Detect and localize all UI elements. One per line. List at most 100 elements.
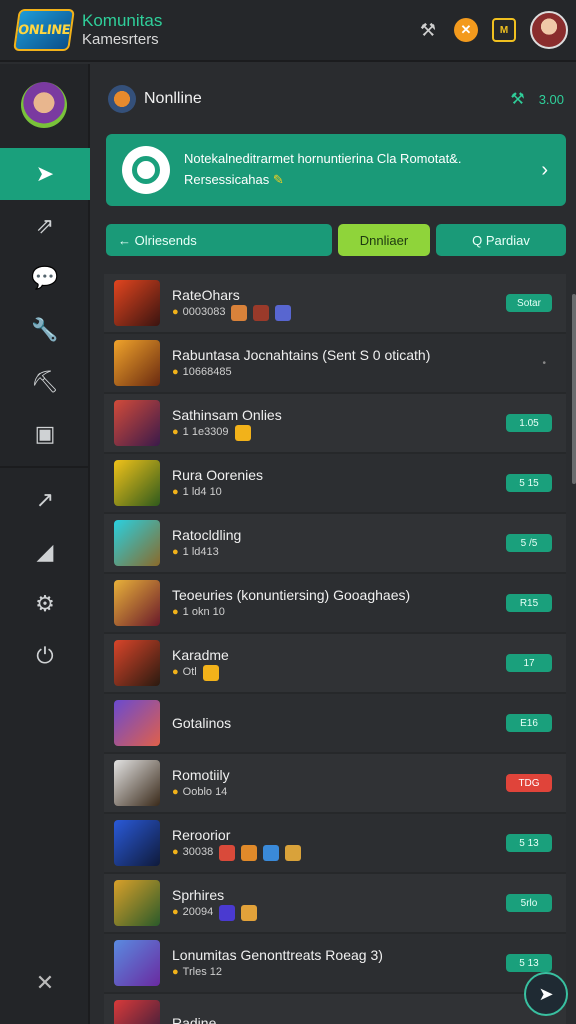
send-fab-button[interactable]: ➤ <box>524 972 568 1016</box>
status-badge[interactable]: Sotar <box>506 294 552 312</box>
app-logo[interactable]: ONLINE <box>13 9 75 51</box>
online-button[interactable]: Dnnliaer <box>338 224 430 256</box>
game-thumbnail <box>114 460 160 506</box>
list-item-subtitle-text: 0003083 <box>182 306 226 319</box>
list-item-text: RateOhars ● 0003083 <box>172 285 292 322</box>
list-item-text: Karadme ● Otl <box>172 645 229 682</box>
list-item[interactable]: Sprhires ● 20094 5rlo <box>104 874 566 934</box>
list-item[interactable]: Rura Oorenies ● 1 ld4 10 5 15 <box>104 454 566 514</box>
content-header: Nonlline ⚒ 3.00 <box>108 82 564 116</box>
status-badge[interactable]: 5 /5 <box>506 534 552 552</box>
header-right: ⚒ 3.00 <box>510 89 564 109</box>
game-thumbnail <box>114 700 160 746</box>
list-item-subtitle: ● 1 1e3309 <box>172 425 282 442</box>
coin-icon: ● <box>172 666 179 679</box>
controller-icon[interactable]: ▣ <box>0 408 90 460</box>
list-item-text: Teoeuries (konuntiersing) Gooaghaes) ● 1 o… <box>172 585 410 621</box>
brand-subtitle: Kamesrters <box>82 31 159 49</box>
user-avatar[interactable] <box>530 11 568 49</box>
mini-game-icon <box>234 425 251 442</box>
coin-icon: ● <box>172 366 179 379</box>
list-item-title: Gotalinos <box>172 714 232 731</box>
status-badge[interactable]: 5 13 <box>506 834 552 852</box>
list-item-subtitle-text: Otl <box>182 666 197 679</box>
coin-icon: ● <box>172 426 179 439</box>
game-thumbnail <box>114 580 160 626</box>
sidebar-avatar[interactable] <box>21 82 67 128</box>
list-item-text: Rabuntasa Jocnahtains (Sent S 0 oticath)… <box>172 345 430 381</box>
list-item-text: Sathinsam Onlies ● 1 1e3309 <box>172 405 282 442</box>
list-item[interactable]: RateOhars ● 0003083 Sotar <box>104 274 566 334</box>
status-badge[interactable]: R15 <box>506 594 552 612</box>
list-item[interactable]: Karadme ● Otl 17 <box>104 634 566 694</box>
list-item-subtitle: ● 0003083 <box>172 305 292 322</box>
mini-game-icon <box>219 905 236 922</box>
list-item-subtitle-text: 10668485 <box>182 366 232 379</box>
chat-bubble-icon[interactable]: 💬 <box>0 252 90 304</box>
coin-icon[interactable]: ✕ <box>454 18 478 42</box>
gear-icon[interactable]: ⚙ <box>0 578 90 630</box>
wrench-icon[interactable]: ⚒ <box>510 89 524 109</box>
status-badge[interactable]: E16 <box>506 714 552 732</box>
status-badge[interactable]: 17 <box>506 654 552 672</box>
badge-icon[interactable]: M <box>492 18 516 42</box>
list-item-title: Radine <box>172 1014 217 1024</box>
status-badge[interactable]: 5rlo <box>506 894 552 912</box>
list-item-text: Sprhires ● 20094 <box>172 885 258 922</box>
list-item-subtitle: ● 1 okn 10 <box>172 605 410 621</box>
power-icon[interactable]: ⏻ <box>0 630 90 682</box>
list-item-title: Sathinsam Onlies <box>172 406 282 423</box>
list-item-subtitle-text: 20094 <box>182 906 214 919</box>
search-button[interactable]: Q Pardiav <box>436 224 566 256</box>
scrollbar[interactable] <box>572 294 576 484</box>
mini-game-icon <box>202 665 219 682</box>
list-item[interactable]: Rabuntasa Jocnahtains (Sent S 0 oticath)… <box>104 334 566 394</box>
list-item-subtitle: ● Trles 12 <box>172 965 383 981</box>
list-item-subtitle-text: Trles 12 <box>182 966 222 979</box>
list-item-subtitle-text: 1 ld4 10 <box>182 486 222 499</box>
game-list: RateOhars ● 0003083 Sotar Rabuntasa Jocnahta… <box>104 274 566 1024</box>
mini-game-icon <box>231 305 248 322</box>
back-button[interactable]: ← Olriesends <box>106 224 332 256</box>
list-item[interactable]: Reroorior ● 30038 5 13 <box>104 814 566 874</box>
list-item[interactable]: Radine <box>104 994 566 1024</box>
list-item[interactable]: Lonumitas Genonttreats Roeag 3) ● Trles 12… <box>104 934 566 994</box>
mini-game-icon <box>275 305 292 322</box>
status-badge[interactable]: 5 15 <box>506 474 552 492</box>
main-content: Nonlline ⚒ 3.00 Notekalneditrarmet hornu… <box>90 64 576 1024</box>
list-item-subtitle-text: Ooblo 14 <box>182 786 228 799</box>
coin-icon: ● <box>172 846 179 859</box>
trend-icon[interactable]: ↗ <box>0 474 90 526</box>
chevron-right-icon[interactable]: › <box>541 159 548 182</box>
list-item-text: Ratocldling ● 1 ld413 <box>172 525 241 561</box>
list-item[interactable]: Romotiily ● Ooblo 14 TDG <box>104 754 566 814</box>
list-item[interactable]: Sathinsam Onlies ● 1 1e3309 1.05 <box>104 394 566 454</box>
list-item-text: Gotalinos <box>172 713 231 733</box>
list-item-title: Teoeuries (konuntiersing) Gooaghaes) <box>172 586 411 603</box>
status-badge[interactable]: 1.05 <box>506 414 552 432</box>
brand: Komunitas Kamesrters <box>82 11 162 49</box>
announcement-banner[interactable]: Notekalneditrarmet hornuntierina Cla Rom… <box>106 134 566 206</box>
pickaxe-icon[interactable]: ⛏ <box>0 356 90 408</box>
list-item[interactable]: Ratocldling ● 1 ld413 5 /5 <box>104 514 566 574</box>
game-thumbnail <box>114 640 160 686</box>
mini-game-icon <box>241 845 258 862</box>
list-item-title: Rura Oorenies <box>172 466 264 483</box>
top-bar: ONLINE Komunitas Kamesrters ⚒ ✕ M <box>0 0 576 62</box>
list-item[interactable]: Gotalinos E16 <box>104 694 566 754</box>
coin-icon: ● <box>172 606 179 619</box>
list-item-subtitle-text: 1 ld413 <box>182 546 219 559</box>
status-badge[interactable]: 5 13 <box>506 954 552 972</box>
list-item[interactable]: Teoeuries (konuntiersing) Gooaghaes) ● 1 o… <box>104 574 566 634</box>
wrench-icon[interactable]: 🔧 <box>0 304 90 356</box>
chart-icon[interactable]: ⇗ <box>0 200 90 252</box>
game-thumbnail <box>114 280 160 326</box>
status-badge[interactable]: • <box>536 354 552 372</box>
flag-icon[interactable]: ◢ <box>0 526 90 578</box>
close-icon[interactable]: ✕ <box>0 970 90 996</box>
tools-icon[interactable]: ⚒ <box>416 18 440 42</box>
paper-plane-icon[interactable]: ➤ <box>0 148 90 200</box>
list-item-subtitle: ● 1 ld4 10 <box>172 485 263 501</box>
coin-icon: ● <box>172 306 179 319</box>
status-badge[interactable]: TDG <box>506 774 552 792</box>
